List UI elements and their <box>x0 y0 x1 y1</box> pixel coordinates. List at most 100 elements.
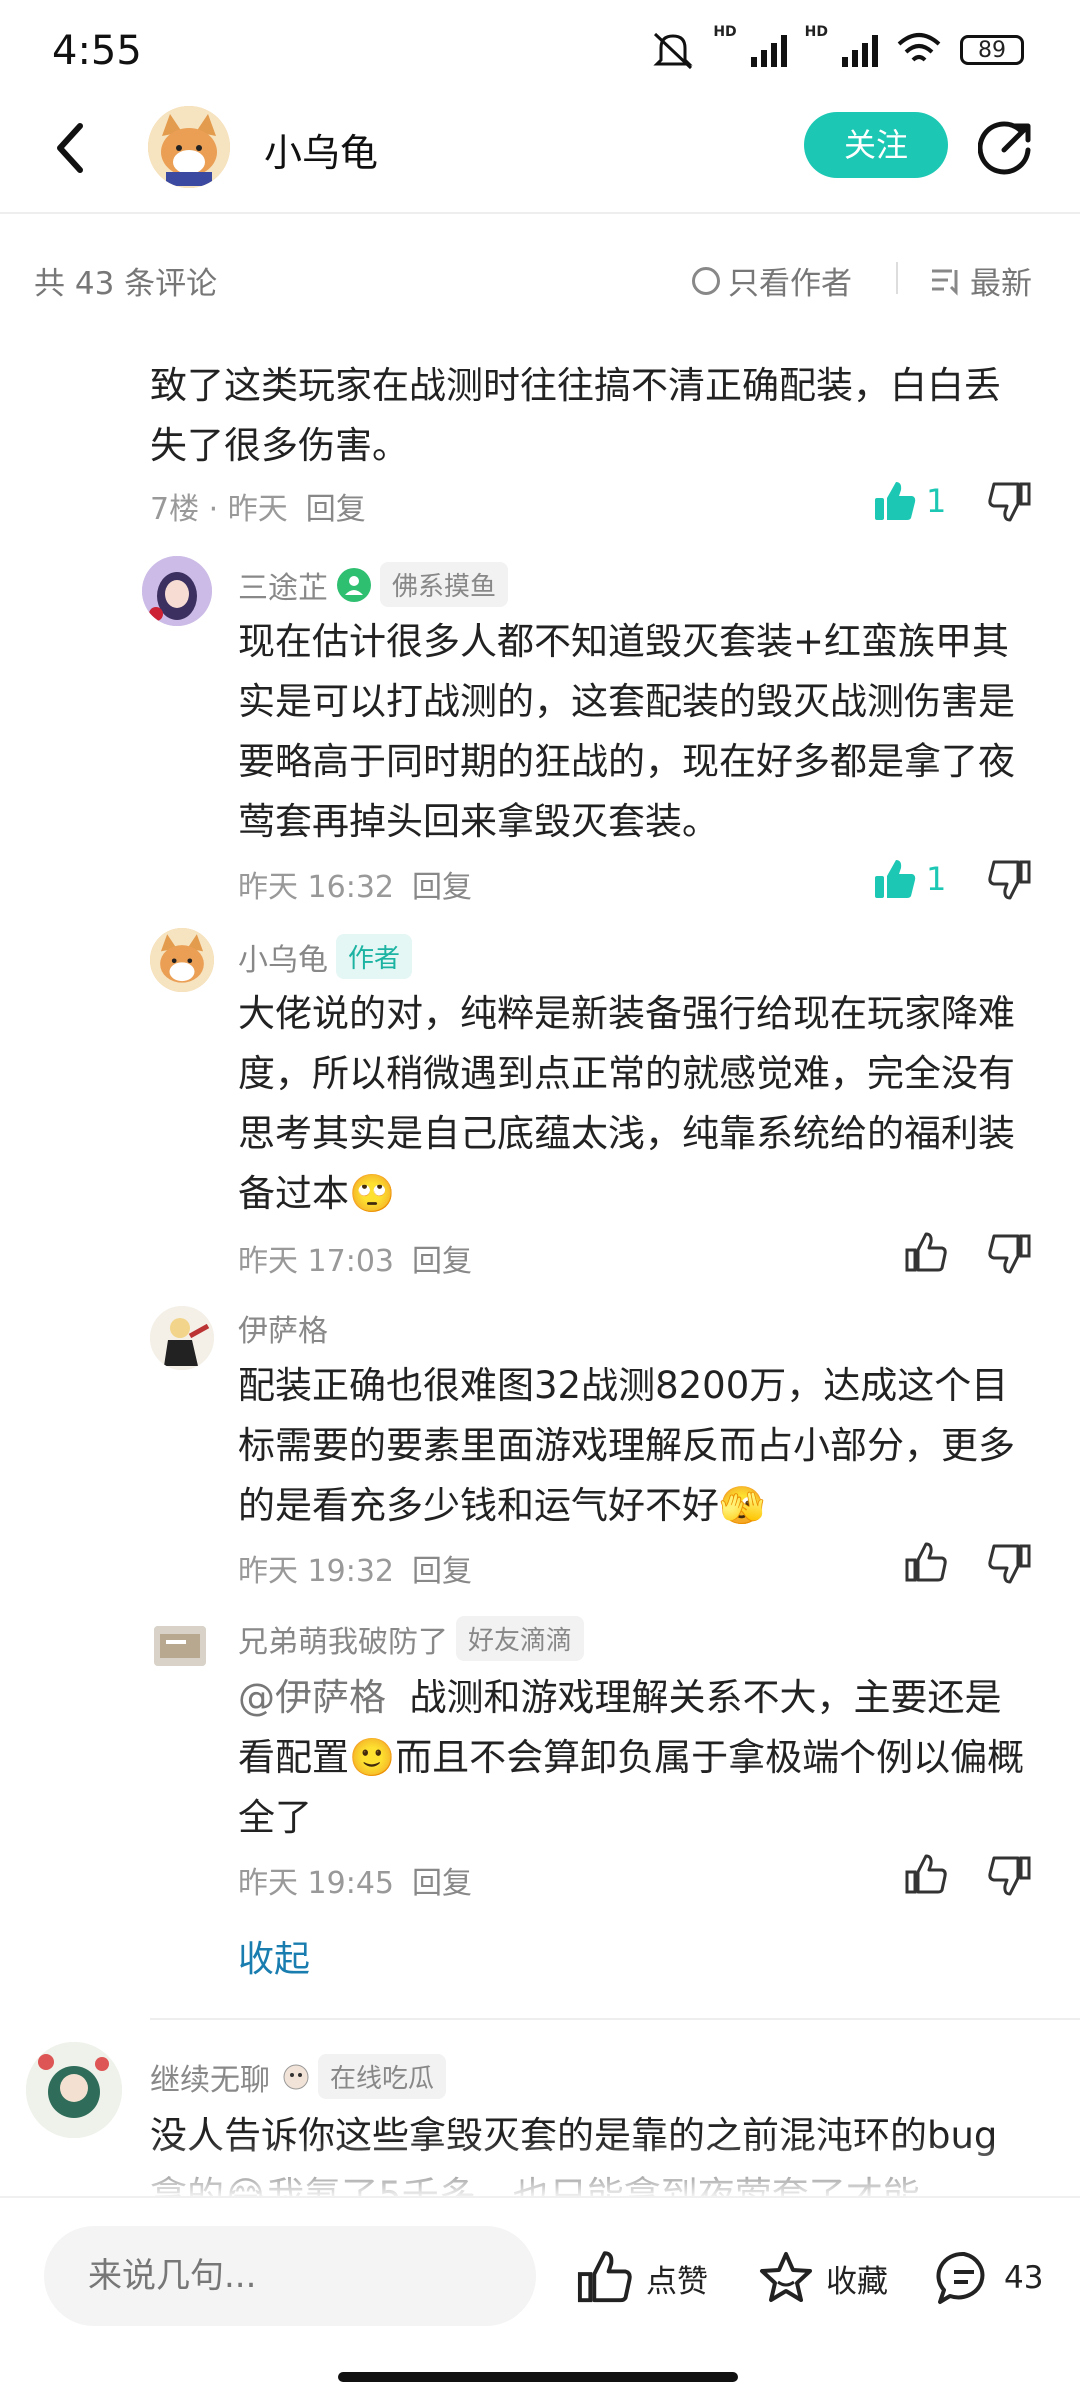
like-button[interactable] <box>904 1852 950 1902</box>
reply-text: @伊萨格 战测和游戏理解关系不大，主要还是看配置🙂而且不会算卸负属于拿极端个例以… <box>238 1668 1038 1848</box>
thumbs-down-icon <box>988 1544 1031 1584</box>
comment-text: 致了这类玩家在战测时往往搞不清正确配装，白白丢失了很多伤害。 <box>150 364 1001 467</box>
like-label: 点赞 <box>646 2263 708 2300</box>
thumbs-up-icon <box>577 2251 632 2303</box>
thumbs-up-filled-icon <box>875 482 916 520</box>
signal-icon-2 <box>842 33 878 67</box>
avatar[interactable] <box>26 2042 122 2138</box>
like-button[interactable] <box>904 1540 950 1590</box>
star-icon <box>760 2252 812 2302</box>
floor-label: 7楼 <box>150 492 200 527</box>
share-icon <box>977 121 1031 175</box>
mute-icon <box>653 32 693 70</box>
favorite-button[interactable]: 收藏 <box>756 2248 888 2308</box>
avatar[interactable] <box>142 556 212 626</box>
comment-time: 昨天 <box>227 492 288 527</box>
thumbs-up-filled-icon <box>875 860 916 898</box>
comment-count-button[interactable]: 43 <box>934 2248 1043 2308</box>
dislike-button[interactable] <box>986 856 1032 906</box>
like-count: 1 <box>926 482 947 520</box>
comment-divider <box>150 2018 1080 2020</box>
verified-icon <box>337 567 371 602</box>
like-button[interactable] <box>904 1230 950 1280</box>
user-badge: 在线吃瓜 <box>318 2054 447 2099</box>
thumbs-up-icon <box>905 1542 947 1582</box>
like-button[interactable]: 1 <box>872 856 946 902</box>
reply-user-row: 兄弟萌我破防了 好友滴滴 <box>238 1616 585 1661</box>
reply-meta: 昨天 19:45 回复 <box>238 1858 472 1902</box>
reply-time: 昨天 19:45 <box>238 1866 394 1901</box>
dislike-button[interactable] <box>986 1852 1032 1902</box>
scroll-fade <box>0 2140 1080 2200</box>
chevron-left-icon <box>57 123 83 173</box>
reply-meta: 昨天 19:32 回复 <box>238 1546 472 1590</box>
hd-label-2: HD <box>804 24 828 40</box>
mention-link[interactable]: @伊萨格 <box>238 1676 386 1719</box>
status-icons: HD HD 89 <box>651 24 1024 70</box>
avatar[interactable] <box>150 928 214 992</box>
share-button[interactable] <box>977 120 1034 176</box>
user-badge: 佛系摸鱼 <box>380 562 509 607</box>
reply-button[interactable]: 回复 <box>412 870 472 905</box>
username[interactable]: 继续无聊 <box>150 2055 270 2099</box>
reply-text: 现在估计很多人都不知道毁灭套装+红蛮族甲其实是可以打战测的，这套配装的毁灭战测伤… <box>238 620 1015 843</box>
thumbs-down-icon <box>988 482 1031 522</box>
header-avatar[interactable] <box>148 106 230 188</box>
reply-time: 昨天 19:32 <box>238 1554 394 1589</box>
sort-latest-button[interactable]: 最新 <box>930 258 1032 303</box>
reply-user-row: 小乌龟 作者 <box>238 934 413 979</box>
reply-text: 大佬说的对，纯粹是新装备强行给现在玩家降难度，所以稍微遇到点正常的就感觉难，完全… <box>238 992 1015 1215</box>
reply-button[interactable]: 回复 <box>412 1554 472 1589</box>
comment-count: 共 43 条评论 <box>34 266 218 302</box>
sort-icon <box>932 269 958 296</box>
collapse-replies-button[interactable]: 收起 <box>238 1930 310 1982</box>
radio-icon <box>692 266 720 295</box>
user-emoji-icon <box>283 2064 309 2089</box>
comment-user-row: 继续无聊 在线吃瓜 <box>150 2054 447 2099</box>
username[interactable]: 伊萨格 <box>238 1306 328 1350</box>
thumbs-up-icon <box>905 1232 947 1272</box>
user-badge: 好友滴滴 <box>456 1616 585 1661</box>
avatar[interactable] <box>150 1306 214 1370</box>
comment-input[interactable]: 来说几句... <box>44 2226 536 2326</box>
wifi-icon <box>897 33 941 62</box>
thumbs-down-icon <box>988 1856 1031 1896</box>
status-time: 4:55 <box>52 28 142 74</box>
filter-separator <box>896 262 898 294</box>
favorite-label: 收藏 <box>826 2263 888 2300</box>
comment-meta: 7楼 · 昨天 回复 <box>150 492 366 527</box>
header-title: 小乌龟 <box>264 131 379 175</box>
dislike-button[interactable] <box>986 1540 1032 1590</box>
reply-time: 昨天 17:03 <box>238 1244 394 1279</box>
username[interactable]: 兄弟萌我破防了 <box>238 1617 448 1661</box>
reply-meta: 昨天 16:32 回复 <box>238 862 472 906</box>
username[interactable]: 小乌龟 <box>238 935 328 979</box>
dislike-button[interactable] <box>986 478 1032 528</box>
thumbs-down-icon <box>988 1234 1031 1274</box>
only-author-label: 只看作者 <box>728 266 852 302</box>
back-button[interactable] <box>50 118 90 188</box>
comment-bubble-icon <box>936 2251 985 2304</box>
reply-button[interactable]: 回复 <box>412 1866 472 1901</box>
sort-label: 最新 <box>970 266 1032 302</box>
thumbs-up-icon <box>905 1854 947 1894</box>
reply-button[interactable]: 回复 <box>412 1244 472 1279</box>
like-button[interactable]: 1 <box>872 478 946 524</box>
like-post-button[interactable]: 点赞 <box>576 2248 708 2308</box>
dislike-button[interactable] <box>986 1230 1032 1280</box>
reply-time: 昨天 16:32 <box>238 870 394 905</box>
like-count: 1 <box>926 860 947 898</box>
follow-button[interactable]: 关注 <box>804 112 948 178</box>
author-badge: 作者 <box>336 934 413 979</box>
username[interactable]: 三途芷 <box>238 563 328 607</box>
comment-count-label: 43 <box>1004 2260 1044 2296</box>
reply-text: 配装正确也很难图32战测8200万，达成这个目标需要的要素里面游戏理解反而占小部… <box>238 1364 1015 1527</box>
header-divider <box>0 212 1080 214</box>
reply-user-row: 三途芷 佛系摸鱼 <box>238 562 509 607</box>
thumbs-down-icon <box>988 860 1031 900</box>
avatar[interactable] <box>154 1626 206 1666</box>
reply-button[interactable]: 回复 <box>306 492 366 527</box>
battery-icon: 89 <box>960 35 1024 65</box>
reply-meta: 昨天 17:03 回复 <box>238 1236 472 1280</box>
only-author-toggle[interactable]: 只看作者 <box>692 258 852 303</box>
